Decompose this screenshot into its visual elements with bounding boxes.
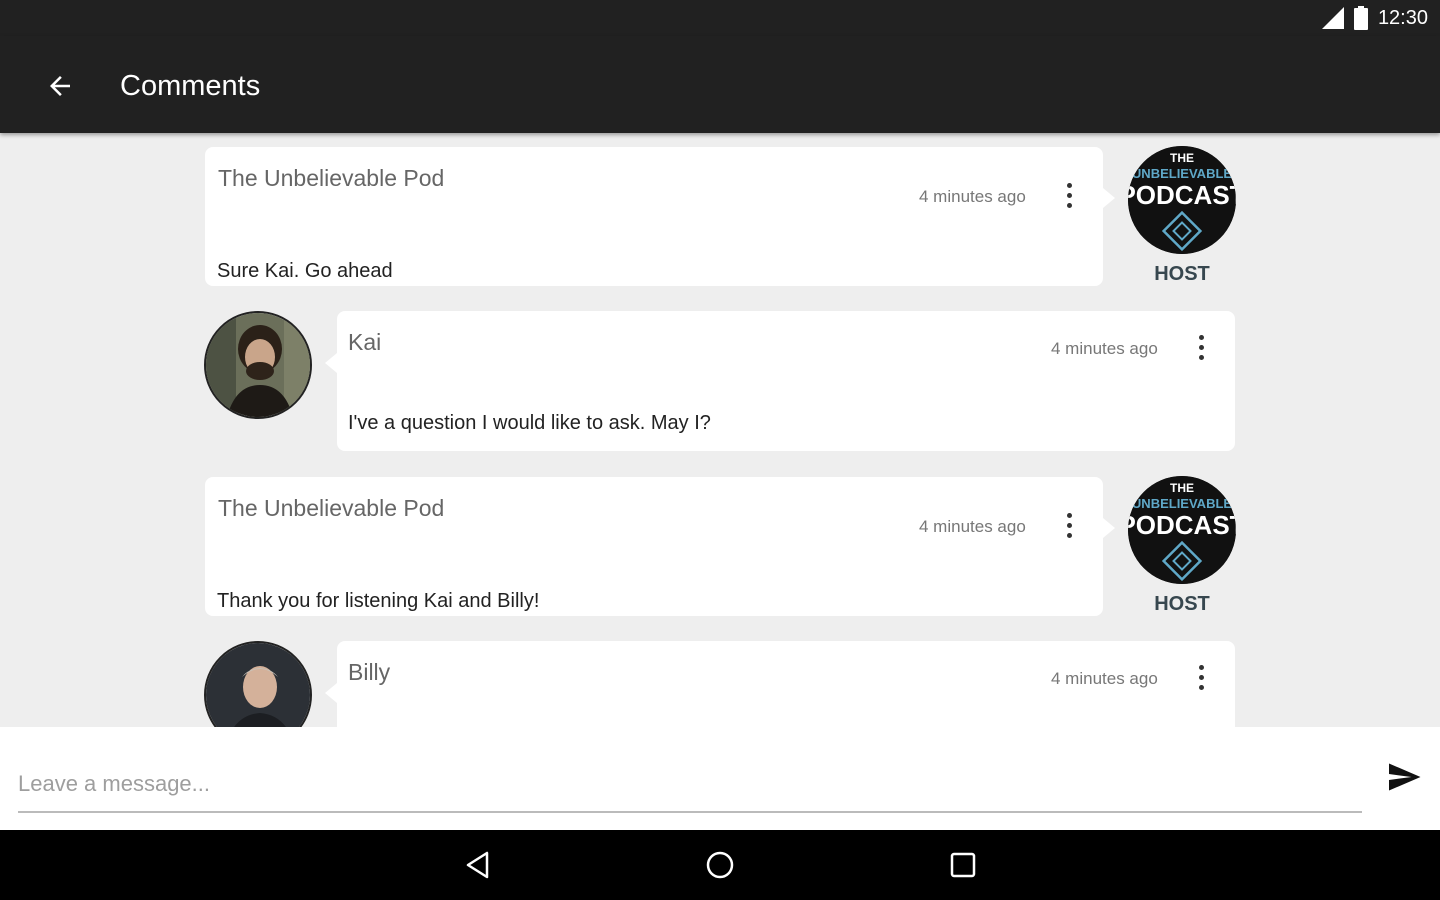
comment-time: 4 minutes ago (919, 517, 1026, 536)
status-icons: 12:30 (1321, 6, 1428, 30)
nav-home-button[interactable] (700, 845, 740, 885)
comment-author: Billy (348, 659, 391, 685)
podcast-logo: THE UNBELIEVABLE PODCAST (1128, 146, 1236, 254)
battery-icon (1353, 6, 1368, 30)
message-input[interactable] (18, 757, 1362, 813)
comment-author: Kai (348, 329, 382, 355)
comment-time: 4 minutes ago (919, 187, 1026, 206)
comment-text: Thank you for listening Kai and Billy! (217, 590, 540, 612)
status-bar: 12:30 (0, 0, 1440, 36)
host-avatar[interactable]: THE UNBELIEVABLE PODCAST (1128, 146, 1236, 254)
host-badge: HOST (1154, 263, 1210, 285)
nav-back-button[interactable] (458, 845, 498, 885)
more-options-button[interactable] (1057, 175, 1081, 215)
bubble-tail (1103, 518, 1115, 538)
comment-time: 4 minutes ago (1051, 669, 1158, 688)
user-avatar-kai[interactable] (204, 311, 312, 419)
comment-author: The Unbelievable Pod (218, 495, 445, 521)
svg-text:PODCAST: PODCAST (1128, 510, 1236, 540)
comment-bubble: Kai 4 minutes ago I've a question I woul… (337, 311, 1235, 451)
comment-bubble: Billy 4 minutes ago (337, 641, 1235, 727)
comment-author: The Unbelievable Pod (218, 165, 445, 191)
svg-text:PODCAST: PODCAST (1128, 180, 1236, 210)
comment-text: I've a question I would like to ask. May… (348, 412, 711, 434)
comment-text: Sure Kai. Go ahead (217, 260, 393, 282)
more-options-button[interactable] (1189, 657, 1213, 697)
system-nav-bar (0, 830, 1440, 900)
comment-time: 4 minutes ago (1051, 339, 1158, 358)
message-composer (0, 727, 1440, 830)
svg-text:THE: THE (1170, 151, 1194, 165)
bubble-tail (1103, 188, 1115, 208)
page-title: Comments (120, 70, 261, 102)
back-button[interactable] (40, 66, 80, 106)
signal-icon (1321, 7, 1344, 29)
send-icon (1389, 763, 1421, 791)
send-button[interactable] (1382, 755, 1426, 799)
avatar-photo (206, 313, 310, 417)
recents-square-icon (950, 852, 976, 878)
home-circle-icon (706, 851, 734, 879)
host-badge: HOST (1154, 593, 1210, 615)
status-time: 12:30 (1377, 6, 1428, 29)
back-triangle-icon (466, 851, 489, 879)
nav-recents-button[interactable] (943, 845, 983, 885)
bubble-tail (325, 683, 337, 703)
arrow-left-icon (50, 76, 70, 96)
comment-bubble: The Unbelievable Pod 4 minutes ago Sure … (205, 147, 1103, 286)
user-avatar-billy[interactable] (204, 641, 312, 727)
app-bar: Comments (0, 36, 1440, 133)
more-options-button[interactable] (1057, 505, 1081, 545)
comment-bubble: The Unbelievable Pod 4 minutes ago Thank… (205, 477, 1103, 616)
podcast-logo: THE UNBELIEVABLE PODCAST (1128, 476, 1236, 584)
host-avatar[interactable]: THE UNBELIEVABLE PODCAST (1128, 476, 1236, 584)
comment-list[interactable]: The Unbelievable Pod 4 minutes ago Sure … (0, 133, 1440, 727)
svg-text:THE: THE (1170, 481, 1194, 495)
more-options-button[interactable] (1189, 327, 1213, 367)
svg-text:UNBELIEVABLE: UNBELIEVABLE (1132, 166, 1232, 181)
bubble-tail (325, 353, 337, 373)
svg-text:UNBELIEVABLE: UNBELIEVABLE (1132, 496, 1232, 511)
avatar-photo (206, 643, 310, 727)
